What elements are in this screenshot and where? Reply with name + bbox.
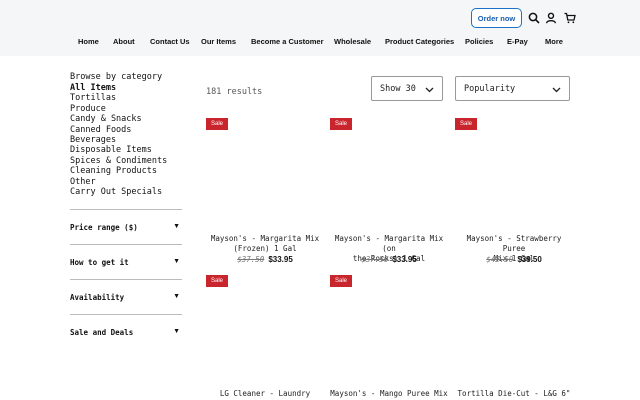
- nav-policies[interactable]: Policies: [465, 37, 493, 46]
- category-list: All Items Tortillas Produce Candy & Snac…: [70, 83, 167, 197]
- category-carry-out-specials[interactable]: Carry Out Specials: [70, 187, 167, 197]
- browse-title: Browse by category: [70, 72, 163, 82]
- user-icon[interactable]: [545, 11, 557, 24]
- sale-badge: Sale: [206, 275, 229, 287]
- nav-wholesale[interactable]: Wholesale: [334, 37, 371, 46]
- sale-price: $33.95: [268, 255, 293, 264]
- show-per-page-value: Show 30: [380, 84, 416, 94]
- original-price: $37.50: [237, 255, 265, 264]
- caret-down-icon: ▼: [173, 258, 180, 265]
- product-card[interactable]: Tortilla Die-Cut - L&G 6": [455, 275, 573, 400]
- product-card[interactable]: Sale Mayson's - Margarita Mix (on the Ro…: [330, 118, 448, 268]
- original-price: $42.50: [486, 255, 514, 264]
- product-price: $37.50 $33.95: [330, 255, 448, 264]
- nav-more[interactable]: More: [545, 37, 563, 46]
- filter-how-to-get-it[interactable]: How to get it ▼: [70, 244, 182, 278]
- chevron-down-icon: [552, 87, 561, 93]
- nav-contact-us[interactable]: Contact Us: [150, 37, 190, 46]
- sale-price: $39.50: [517, 255, 542, 264]
- original-price: $37.50: [361, 255, 389, 264]
- category-spices-condiments[interactable]: Spices & Condiments: [70, 156, 167, 166]
- product-name: LG Cleaner - Laundry: [219, 389, 311, 398]
- site-header: Order now Home About Contact Us Our Item…: [0, 0, 640, 56]
- nav-our-items[interactable]: Our Items: [201, 37, 236, 46]
- category-beverages[interactable]: Beverages: [70, 135, 167, 145]
- sale-badge: Sale: [455, 118, 478, 130]
- category-other[interactable]: Other: [70, 177, 167, 187]
- filter-label: Price range ($): [70, 223, 138, 232]
- product-name-line: Mayson's - Margarita Mix: [210, 234, 320, 243]
- product-name: Mayson's - Mango Puree Mix 1: [330, 389, 448, 400]
- shop-content: Browse by category All Items Tortillas P…: [0, 56, 640, 400]
- filter-label: Sale and Deals: [70, 328, 134, 337]
- product-name-line: (Frozen) 1 Gal: [233, 244, 297, 253]
- show-per-page-select[interactable]: Show 30: [371, 76, 443, 101]
- sale-badge: Sale: [206, 118, 229, 130]
- nav-about[interactable]: About: [113, 37, 135, 46]
- product-card[interactable]: Sale Mayson's - Strawberry Puree Mix 1 G…: [455, 118, 573, 268]
- product-name-line: Mayson's - Margarita Mix (on: [334, 234, 444, 253]
- product-name: Tortilla Die-Cut - L&G 6": [457, 389, 571, 398]
- filter-price-range[interactable]: Price range ($) ▼: [70, 209, 182, 243]
- sale-badge: Sale: [330, 118, 353, 130]
- product-card[interactable]: Sale Mayson's - Mango Puree Mix 1: [330, 275, 448, 400]
- sort-value: Popularity: [464, 84, 516, 94]
- filter-sale-and-deals[interactable]: Sale and Deals ▼: [70, 314, 182, 348]
- category-candy-snacks[interactable]: Candy & Snacks: [70, 114, 167, 124]
- filter-label: How to get it: [70, 258, 129, 267]
- nav-product-categories[interactable]: Product Categories: [385, 37, 454, 46]
- sale-badge: Sale: [330, 275, 353, 287]
- nav-home[interactable]: Home: [78, 37, 99, 46]
- caret-down-icon: ▼: [173, 223, 180, 230]
- caret-down-icon: ▼: [173, 328, 180, 335]
- category-produce[interactable]: Produce: [70, 104, 167, 114]
- category-disposable-items[interactable]: Disposable Items: [70, 145, 167, 155]
- search-icon[interactable]: [528, 11, 540, 24]
- product-card[interactable]: Sale LG Cleaner - Laundry: [206, 275, 324, 400]
- product-price: $42.50 $39.50: [455, 255, 573, 264]
- filter-availability[interactable]: Availability ▼: [70, 279, 182, 313]
- sort-select[interactable]: Popularity: [455, 76, 570, 101]
- order-now-button[interactable]: Order now: [471, 8, 522, 28]
- nav-e-pay[interactable]: E-Pay: [507, 37, 528, 46]
- category-all-items[interactable]: All Items: [70, 83, 167, 93]
- category-canned-foods[interactable]: Canned Foods: [70, 125, 167, 135]
- results-count: 181 results: [206, 87, 263, 97]
- caret-down-icon: ▼: [173, 293, 180, 300]
- cart-icon[interactable]: [564, 11, 576, 24]
- sale-price: $33.95: [392, 255, 417, 264]
- product-name: Mayson's - Margarita Mix (Frozen) 1 Gal: [206, 234, 324, 254]
- chevron-down-icon: [425, 87, 434, 93]
- filter-label: Availability: [70, 293, 125, 302]
- main-nav: Home About Contact Us Our Items Become a…: [0, 37, 640, 47]
- product-card[interactable]: Sale Mayson's - Margarita Mix (Frozen) 1…: [206, 118, 324, 268]
- product-name-line: Mayson's - Strawberry Puree: [466, 234, 562, 253]
- nav-become-a-customer[interactable]: Become a Customer: [251, 37, 324, 46]
- product-price: $37.50 $33.95: [206, 255, 324, 264]
- category-cleaning-products[interactable]: Cleaning Products: [70, 166, 167, 176]
- category-tortillas[interactable]: Tortillas: [70, 93, 167, 103]
